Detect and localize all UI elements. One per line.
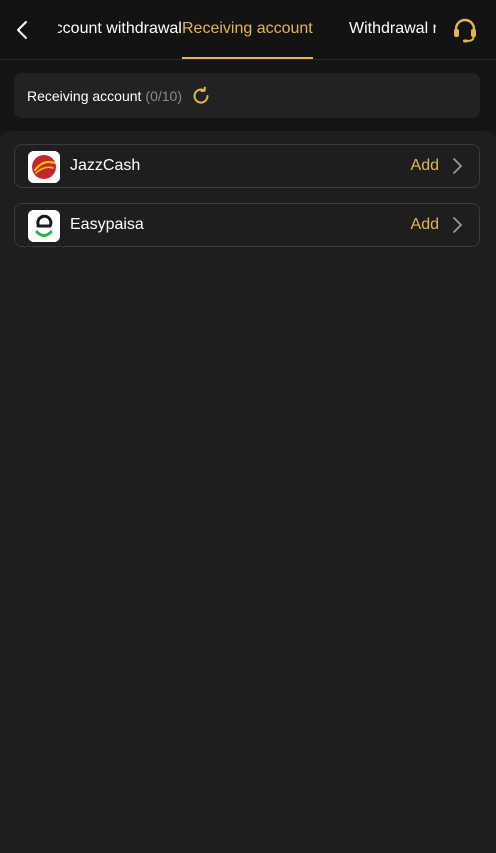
jazzcash-logo-icon bbox=[28, 151, 60, 183]
refresh-icon bbox=[193, 86, 209, 104]
receiving-account-summary: Receiving account (0/10) bbox=[14, 73, 480, 118]
payment-methods-panel: JazzCash Add Easypaisa Add bbox=[0, 131, 496, 853]
payment-method-name: Easypaisa bbox=[70, 216, 144, 233]
easypaisa-logo-icon bbox=[28, 210, 60, 242]
tab-receiving-account[interactable]: Receiving account bbox=[182, 0, 313, 59]
receiving-account-label: Receiving account bbox=[27, 87, 142, 104]
refresh-button[interactable] bbox=[190, 85, 212, 107]
add-jazzcash-button[interactable]: Add bbox=[411, 145, 439, 187]
customer-support-button[interactable] bbox=[450, 15, 480, 45]
chevron-left-icon bbox=[17, 21, 27, 39]
receiving-account-count: (0/10) bbox=[145, 87, 182, 104]
chevron-right-icon bbox=[453, 217, 462, 233]
headset-icon bbox=[454, 18, 476, 43]
payment-method-jazzcash[interactable]: JazzCash Add bbox=[14, 144, 480, 188]
top-nav-header: Account withdrawal Receiving account Wit… bbox=[0, 0, 496, 60]
payment-method-name: JazzCash bbox=[70, 157, 141, 174]
add-easypaisa-button[interactable]: Add bbox=[411, 204, 439, 246]
tabs-scroll[interactable]: Account withdrawal Receiving account Wit… bbox=[58, 0, 436, 59]
tab-withdrawal-record[interactable]: Withdrawal record bbox=[349, 0, 436, 59]
chevron-right-icon bbox=[453, 158, 462, 174]
payment-method-easypaisa[interactable]: Easypaisa Add bbox=[14, 203, 480, 247]
tab-account-withdrawal[interactable]: Account withdrawal bbox=[58, 0, 182, 59]
back-button[interactable] bbox=[8, 14, 36, 46]
